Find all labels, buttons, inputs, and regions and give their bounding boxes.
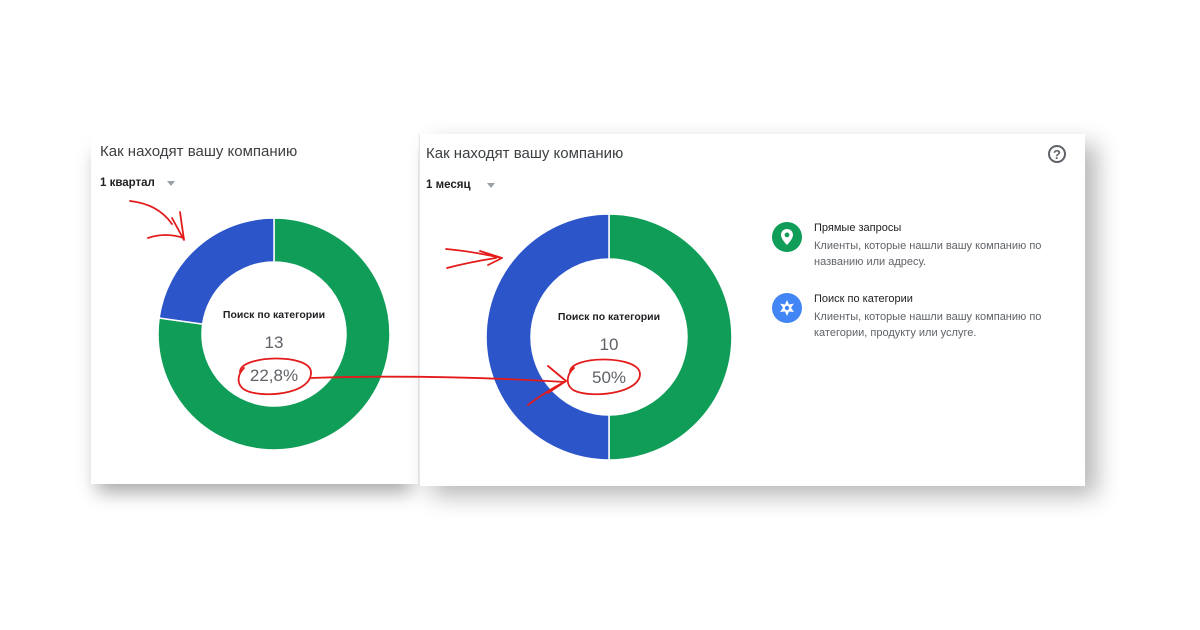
annotation-arrow-right: [445, 248, 503, 269]
annotation-circle-left: [237, 357, 312, 396]
annotation-circle-right: [566, 358, 641, 396]
annotation-arrow-left: [129, 200, 185, 241]
annotation-overlay: [129, 200, 641, 406]
annotation-connector: [310, 365, 567, 406]
